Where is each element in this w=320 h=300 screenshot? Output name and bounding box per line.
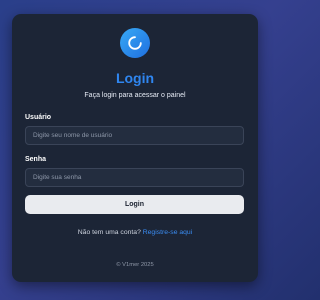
signup-prompt-text: Não tem uma conta? (77, 229, 143, 236)
password-input[interactable] (25, 168, 244, 187)
login-button[interactable]: Login (25, 195, 244, 214)
logo (120, 28, 150, 58)
spinner-icon (128, 36, 142, 50)
login-card: Login Faça login para acessar o painel U… (12, 14, 258, 282)
page-title: Login (115, 70, 155, 86)
password-label: Senha (25, 156, 47, 163)
signup-link[interactable]: Registre-se aqui (143, 229, 193, 236)
signup-prompt: Não tem uma conta? Registre-se aqui (12, 229, 258, 236)
footer-copyright: © V1mer 2025 (116, 262, 154, 268)
page-subtitle: Faça login para acessar o painel (84, 92, 186, 99)
username-input[interactable] (25, 126, 244, 145)
username-label: Usuário (25, 114, 52, 121)
